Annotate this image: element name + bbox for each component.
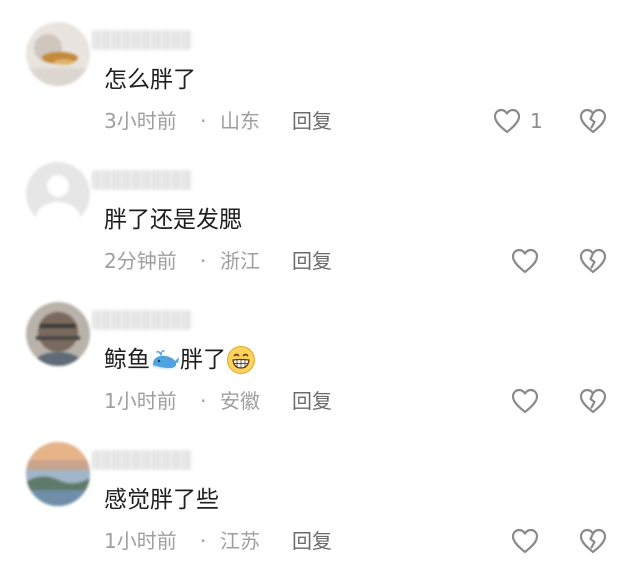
username-redacted — [92, 30, 192, 50]
comment-item: 怎么胖了 3小时前 · 山东 回复 1 — [0, 0, 640, 140]
broken-heart-icon — [578, 106, 608, 136]
whale-emoji-icon — [150, 345, 180, 375]
comment-time: 1小时前 — [104, 529, 177, 553]
comment-text-part: 胖了 — [180, 347, 226, 373]
heart-outline-icon — [510, 246, 540, 276]
dislike-button[interactable] — [578, 246, 608, 276]
username-redacted — [92, 170, 192, 190]
username-redacted — [92, 310, 192, 330]
like-button[interactable] — [510, 386, 540, 416]
comment-meta: 1小时前 · 江苏 — [104, 526, 260, 556]
avatar[interactable] — [26, 162, 90, 226]
comment-location: 浙江 — [220, 249, 260, 273]
comment-time: 2分钟前 — [104, 249, 177, 273]
reply-button[interactable]: 回复 — [292, 246, 332, 276]
dislike-button[interactable] — [578, 106, 608, 136]
comment-item: 感觉胖了些 1小时前 · 江苏 回复 — [0, 420, 640, 560]
avatar[interactable] — [26, 302, 90, 366]
heart-outline-icon — [510, 526, 540, 556]
comment-time: 1小时前 — [104, 389, 177, 413]
like-button[interactable]: 1 — [492, 106, 543, 136]
comment-text-part: 鲸鱼 — [104, 347, 150, 373]
like-count: 1 — [530, 109, 543, 133]
comment-text: 鲸鱼 胖了 — [104, 344, 256, 376]
heart-outline-icon — [492, 106, 522, 136]
comment-item: 胖了还是发腮 2分钟前 · 浙江 回复 — [0, 140, 640, 280]
meta-separator: · — [200, 529, 207, 553]
dislike-button[interactable] — [578, 386, 608, 416]
comment-text: 胖了还是发腮 — [104, 207, 242, 233]
comment-meta: 3小时前 · 山东 — [104, 106, 260, 136]
comment-text: 怎么胖了 — [104, 67, 196, 93]
broken-heart-icon — [578, 526, 608, 556]
meta-separator: · — [200, 389, 207, 413]
reply-button[interactable]: 回复 — [292, 526, 332, 556]
comment-location: 江苏 — [220, 529, 260, 553]
comment-meta: 1小时前 · 安徽 — [104, 386, 260, 416]
grinning-face-emoji-icon — [226, 345, 256, 375]
username-redacted — [92, 450, 192, 470]
broken-heart-icon — [578, 386, 608, 416]
dislike-button[interactable] — [578, 526, 608, 556]
meta-separator: · — [200, 249, 207, 273]
comment-location: 安徽 — [220, 389, 260, 413]
like-button[interactable] — [510, 246, 540, 276]
avatar[interactable] — [26, 22, 90, 86]
comment-item: 鲸鱼 胖了 1小时前 · 安徽 回复 — [0, 280, 640, 420]
meta-separator: · — [200, 109, 207, 133]
broken-heart-icon — [578, 246, 608, 276]
comment-meta: 2分钟前 · 浙江 — [104, 246, 260, 276]
reply-button[interactable]: 回复 — [292, 106, 332, 136]
comment-text: 感觉胖了些 — [104, 487, 219, 513]
reply-button[interactable]: 回复 — [292, 386, 332, 416]
comment-time: 3小时前 — [104, 109, 177, 133]
comment-location: 山东 — [220, 109, 260, 133]
avatar[interactable] — [26, 442, 90, 506]
like-button[interactable] — [510, 526, 540, 556]
heart-outline-icon — [510, 386, 540, 416]
